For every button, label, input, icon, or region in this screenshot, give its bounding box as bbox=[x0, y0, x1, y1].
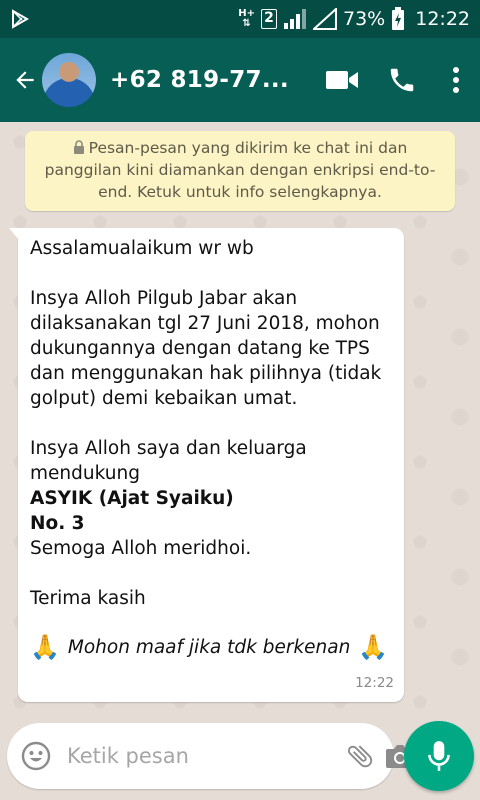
message-number: No. 3 bbox=[30, 513, 85, 534]
lock-icon bbox=[73, 140, 84, 154]
battery-percent: 73% bbox=[343, 8, 386, 30]
message-paragraph-2: Insya Alloh saya dan keluarga mendukung bbox=[30, 438, 307, 484]
message-blessing: Semoga Alloh meridhoi. bbox=[30, 538, 252, 559]
attach-button[interactable] bbox=[345, 736, 375, 776]
folded-hands-emoji-icon-2: 🙏 bbox=[358, 633, 389, 661]
message-thanks: Terima kasih bbox=[30, 588, 146, 609]
encryption-notice-text: Pesan-pesan yang dikirim ke chat ini dan… bbox=[44, 139, 436, 201]
emoji-button[interactable] bbox=[21, 741, 51, 771]
status-bar: H+ ⇅ 2 73% 12:22 bbox=[0, 0, 480, 38]
contact-name[interactable]: +62 819-77... bbox=[110, 67, 312, 93]
incoming-message-bubble[interactable]: Assalamualaikum wr wb Insya Alloh Pilgub… bbox=[9, 228, 404, 702]
voice-message-button[interactable] bbox=[404, 721, 474, 791]
battery-charging-icon bbox=[392, 7, 405, 30]
message-candidate: ASYIK (Ajat Syaiku) bbox=[30, 488, 234, 509]
chat-header: +62 819-77... bbox=[0, 38, 480, 122]
message-closing: Mohon maaf jika tdk berkenan bbox=[67, 637, 351, 658]
network-type: H+ ⇅ bbox=[238, 8, 255, 29]
sim-slot-badge: 2 bbox=[261, 9, 277, 29]
paperclip-icon bbox=[347, 745, 373, 768]
status-time: 12:22 bbox=[415, 8, 470, 30]
encryption-notice[interactable]: Pesan-pesan yang dikirim ke chat ini dan… bbox=[25, 131, 455, 211]
message-input-bar bbox=[7, 723, 414, 789]
message-timestamp: 12:22 bbox=[355, 675, 394, 691]
more-options-button[interactable] bbox=[432, 50, 480, 110]
play-store-notification-icon bbox=[12, 9, 30, 29]
more-vert-icon bbox=[453, 67, 459, 93]
message-paragraph-1: Insya Alloh Pilgub Jabar akan dilaksanak… bbox=[30, 288, 382, 409]
video-call-button[interactable] bbox=[312, 50, 372, 110]
contact-avatar[interactable] bbox=[42, 53, 96, 107]
folded-hands-emoji-icon: 🙏 bbox=[30, 633, 60, 661]
microphone-icon bbox=[428, 741, 450, 771]
video-call-icon bbox=[326, 71, 358, 89]
emoji-icon bbox=[21, 741, 51, 771]
message-closing-line: 🙏 Mohon maaf jika tdk berkenan 🙏 bbox=[30, 635, 392, 660]
signal-icon-2 bbox=[313, 8, 337, 30]
phone-icon bbox=[390, 68, 414, 92]
message-input[interactable] bbox=[67, 744, 335, 768]
signal-icon bbox=[284, 9, 306, 29]
voice-call-button[interactable] bbox=[372, 50, 432, 110]
chat-area[interactable]: Pesan-pesan yang dikirim ke chat ini dan… bbox=[0, 122, 480, 722]
back-arrow-icon bbox=[16, 71, 34, 89]
back-button[interactable] bbox=[0, 50, 38, 110]
message-greeting: Assalamualaikum wr wb bbox=[30, 238, 254, 259]
